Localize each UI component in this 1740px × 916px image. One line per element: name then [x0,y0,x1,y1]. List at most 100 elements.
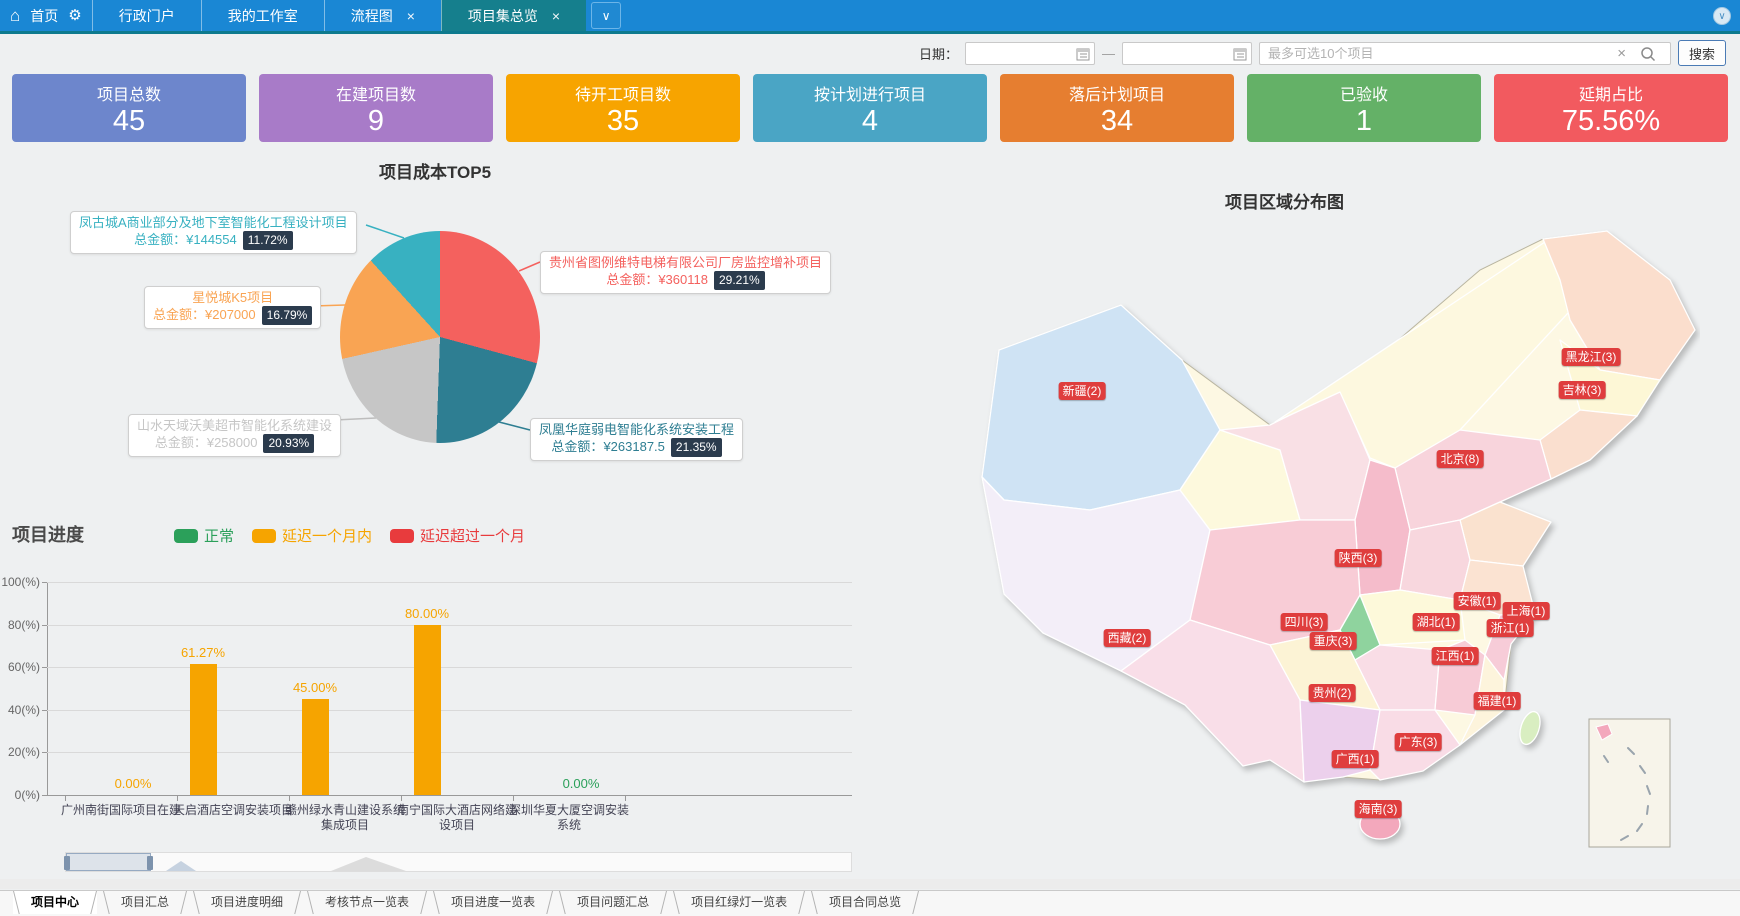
datazoom-handle-left[interactable] [64,856,70,870]
y-axis-tick-label: 80(%) [0,618,40,632]
pie-percent-badge: 29.21% [714,271,765,290]
bar[interactable] [414,625,441,795]
bottom-tab[interactable]: 项目合同总览 [811,891,919,914]
province-badge[interactable]: 湖北(1) [1413,613,1460,631]
x-axis-tick [65,796,66,801]
nav-tab[interactable]: 我的工作室 [201,0,324,31]
x-axis-tick [513,796,514,801]
x-axis-tick [625,796,626,801]
datazoom-handle-right[interactable] [147,856,153,870]
bottom-tab[interactable]: 考核节点一览表 [307,891,427,914]
bar-chart-title: 项目进度 [12,521,84,547]
pie-percent-badge: 20.93% [263,434,314,453]
x-axis-category-label: 广州南街国际项目在建 [59,803,183,818]
date-from-input[interactable] [966,43,1094,64]
province-badge[interactable]: 江西(1) [1432,647,1479,665]
calendar-icon[interactable] [1076,47,1090,61]
bottom-tab[interactable]: 项目问题汇总 [559,891,667,914]
province-badge[interactable]: 广西(1) [1332,750,1379,768]
kpi-title: 在建项目数 [259,81,493,105]
bottom-tab[interactable]: 项目进度一览表 [433,891,553,914]
kpi-value: 35 [506,105,740,138]
calendar-icon[interactable] [1233,47,1247,61]
home-icon[interactable]: ⌂ [10,7,20,24]
province-badge[interactable]: 北京(8) [1437,450,1484,468]
province-badge[interactable]: 西藏(2) [1104,629,1151,647]
nav-tab-label: 我的工作室 [228,6,298,26]
kpi-value: 45 [12,105,246,138]
bar-value-label: 0.00% [563,776,600,791]
province-badge[interactable]: 安徽(1) [1454,592,1501,610]
province-badge[interactable]: 四川(3) [1281,613,1328,631]
legend-item[interactable]: 延迟一个月内 [252,525,372,546]
search-button[interactable]: 搜索 [1678,40,1726,66]
nav-tab[interactable]: 行政门户 [92,0,201,31]
date-to-input[interactable] [1123,43,1251,64]
province-badge[interactable]: 贵州(2) [1309,684,1356,702]
grid-line [47,625,852,626]
kpi-card: 延期占比75.56% [1494,74,1728,142]
kpi-card: 落后计划项目34 [1000,74,1234,142]
collapse-circle-icon[interactable]: ∨ [1713,7,1731,25]
pie-label-box: 山水天域沃美超市智能化系统建设 总金额：¥25800020.93% [128,414,341,457]
bar-value-label: 80.00% [405,606,449,621]
datazoom-preview [66,853,851,871]
legend-swatch [390,529,414,543]
project-select-input[interactable] [1260,43,1670,64]
gear-icon[interactable]: ⚙ [68,8,81,23]
nav-tab-label: 流程图 [351,6,393,26]
nav-tab-label: 项目集总览 [468,6,538,26]
bottom-tab[interactable]: 项目红绿灯一览表 [673,891,805,914]
kpi-card: 待开工项目数35 [506,74,740,142]
clear-icon[interactable]: × [1617,45,1626,63]
province-badge[interactable]: 重庆(3) [1310,632,1357,650]
y-tick-mark [42,795,47,796]
bottom-tab[interactable]: 项目进度明细 [193,891,301,914]
bar[interactable] [190,664,217,795]
pie-chart-title: 项目成本TOP5 [0,158,870,183]
province-badge[interactable]: 上海(1) [1503,602,1550,620]
kpi-title: 落后计划项目 [1000,81,1234,105]
x-axis-category-label: 南宁国际大酒店网络建设项目 [395,803,519,833]
province-badge[interactable]: 陕西(3) [1335,549,1382,567]
home-label[interactable]: 首页 [30,6,58,26]
province-badge[interactable]: 福建(1) [1474,692,1521,710]
province-badge[interactable]: 海南(3) [1355,800,1402,818]
kpi-value: 4 [753,105,987,138]
legend-item[interactable]: 正常 [174,525,234,546]
close-icon[interactable]: × [407,9,415,23]
bottom-tab[interactable]: 项目汇总 [103,891,187,914]
nav-tab[interactable]: 流程图 × [324,0,441,31]
grid-line [47,710,852,711]
legend-item[interactable]: 延迟超过一个月 [390,525,525,546]
pie-percent-badge: 21.35% [671,438,722,457]
nav-tab-label: 行政门户 [119,6,175,26]
province-badge[interactable]: 浙江(1) [1487,619,1534,637]
nav-tab[interactable]: 项目集总览 × [441,0,586,31]
x-axis-tick [289,796,290,801]
province-badge[interactable]: 黑龙江(3) [1562,348,1621,366]
kpi-card: 按计划进行项目4 [753,74,987,142]
x-axis-category-label: 赣州绿水青山建设系统集成项目 [283,803,407,833]
close-icon[interactable]: × [552,9,560,23]
y-axis-tick-label: 20(%) [0,745,40,759]
search-icon[interactable] [1640,46,1656,62]
pie-chart[interactable] [340,231,540,443]
date-range-separator: — [1102,46,1115,61]
province-badge[interactable]: 吉林(3) [1559,381,1606,399]
bottom-tab[interactable]: 项目中心 [13,891,97,914]
grid-line [47,752,852,753]
x-axis-tick [401,796,402,801]
y-tick-mark [42,625,47,626]
cost-top5-panel: 项目成本TOP5 凤古城A商业部分及地下室智能化工程设计项目 总金额：¥1445… [0,150,870,485]
province-badge[interactable]: 广东(3) [1395,733,1442,751]
horizontal-scrollbar[interactable] [0,879,1740,889]
bottom-tab-bar: 项目中心项目汇总项目进度明细考核节点一览表项目进度一览表项目问题汇总项目红绿灯一… [0,890,1740,916]
datazoom-slider[interactable] [65,852,852,872]
nav-overflow-button[interactable]: ∨ [591,2,621,29]
bar[interactable] [302,699,329,795]
legend-swatch [252,529,276,543]
datazoom-window[interactable] [66,853,151,871]
province-badge[interactable]: 新疆(2) [1059,382,1106,400]
china-map[interactable] [940,200,1700,890]
